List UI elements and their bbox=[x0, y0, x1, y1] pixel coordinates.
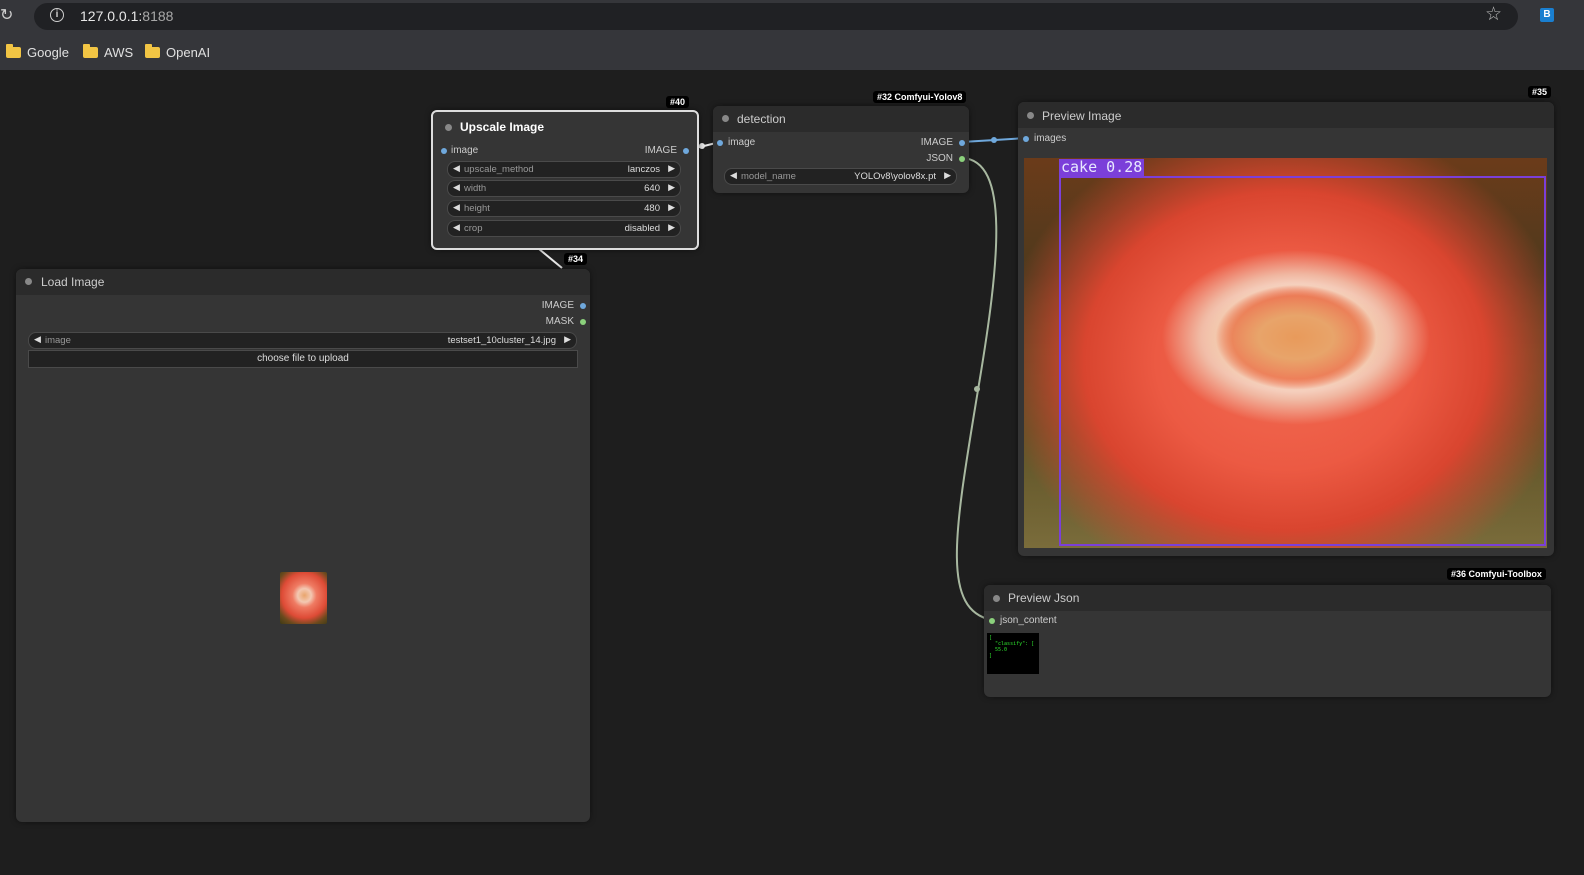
link-midpoint bbox=[699, 143, 705, 149]
output-image-label: IMAGE bbox=[644, 145, 677, 156]
loaded-image-thumbnail bbox=[280, 572, 327, 624]
model-name-widget[interactable]: ◀ model_name YOLOv8\yolov8x.pt ▶ bbox=[724, 168, 957, 185]
collapse-dot[interactable] bbox=[722, 115, 729, 122]
widget-value: disabled bbox=[624, 223, 660, 234]
upload-button[interactable]: choose file to upload bbox=[28, 350, 578, 368]
json-output-preview: [ "classify": [ 55.0 ] bbox=[987, 633, 1039, 674]
widget-label: image bbox=[45, 335, 71, 346]
node-title: Preview Json bbox=[1008, 591, 1080, 605]
collapse-dot[interactable] bbox=[1027, 112, 1034, 119]
bookmark-star-icon[interactable]: ☆ bbox=[1485, 4, 1502, 26]
increment-arrow-icon[interactable]: ▶ bbox=[944, 170, 951, 181]
bookmark-label: OpenAI bbox=[166, 44, 211, 60]
image-file-widget[interactable]: ◀ image testset1_10cluster_14.jpg ▶ bbox=[28, 332, 577, 349]
decrement-arrow-icon[interactable]: ◀ bbox=[453, 222, 460, 233]
bookmark-google[interactable]: Google bbox=[6, 43, 69, 61]
increment-arrow-icon[interactable]: ▶ bbox=[668, 182, 675, 193]
input-image-port[interactable] bbox=[717, 140, 723, 146]
node-badge: #34 bbox=[564, 253, 588, 265]
width-widget[interactable]: ◀ width 640 ▶ bbox=[447, 180, 681, 197]
output-image-port[interactable] bbox=[959, 140, 965, 146]
widget-label: height bbox=[464, 203, 490, 214]
output-json-port[interactable] bbox=[959, 156, 965, 162]
node-badge: #40 bbox=[666, 96, 690, 108]
node-title: Preview Image bbox=[1042, 109, 1122, 123]
increment-arrow-icon[interactable]: ▶ bbox=[564, 334, 571, 345]
increment-arrow-icon[interactable]: ▶ bbox=[668, 163, 675, 174]
bookmark-label: AWS bbox=[104, 44, 134, 60]
output-mask-port[interactable] bbox=[580, 319, 586, 325]
decrement-arrow-icon[interactable]: ◀ bbox=[453, 182, 460, 193]
collapse-dot[interactable] bbox=[993, 595, 1000, 602]
node-badge: #32 Comfyui-Yolov8 bbox=[873, 91, 967, 103]
folder-icon bbox=[145, 43, 160, 58]
node-header[interactable]: detection bbox=[713, 106, 969, 132]
collapse-dot[interactable] bbox=[25, 278, 32, 285]
node-title: Load Image bbox=[41, 275, 105, 289]
node-title: Upscale Image bbox=[460, 120, 545, 134]
extension-icon[interactable]: B bbox=[1540, 8, 1554, 22]
address-bar[interactable] bbox=[34, 3, 1518, 30]
input-images-port[interactable] bbox=[1023, 136, 1029, 142]
increment-arrow-icon[interactable]: ▶ bbox=[668, 202, 675, 213]
node-badge: #35 bbox=[1528, 86, 1552, 98]
detection-bounding-box bbox=[1059, 176, 1546, 546]
widget-label: crop bbox=[464, 223, 483, 234]
node-header[interactable]: Preview Json bbox=[984, 585, 1551, 611]
node-title: detection bbox=[737, 112, 786, 126]
node-badge: #36 Comfyui-Toolbox bbox=[1447, 568, 1546, 580]
input-json-label: json_content bbox=[1000, 615, 1057, 626]
bookmark-label: Google bbox=[27, 44, 69, 60]
node-header[interactable]: Preview Image bbox=[1018, 102, 1554, 128]
output-mask-label: MASK bbox=[545, 316, 574, 327]
node-canvas[interactable]: #40 Upscale Image image IMAGE ◀ upscale_… bbox=[0, 70, 1584, 875]
widget-value: testset1_10cluster_14.jpg bbox=[447, 335, 556, 346]
detection-node[interactable]: detection image IMAGE JSON ◀ model_name … bbox=[713, 106, 969, 193]
input-image-label: image bbox=[728, 137, 756, 148]
detection-label: cake 0.28 bbox=[1059, 158, 1145, 176]
bookmark-aws[interactable]: AWS bbox=[83, 43, 133, 61]
height-widget[interactable]: ◀ height 480 ▶ bbox=[447, 200, 681, 217]
link-midpoint bbox=[974, 386, 980, 392]
folder-icon bbox=[6, 43, 21, 58]
output-image-port[interactable] bbox=[580, 303, 586, 309]
input-image-label: image bbox=[451, 145, 479, 156]
widget-label: model_name bbox=[741, 171, 796, 182]
increment-arrow-icon[interactable]: ▶ bbox=[668, 222, 675, 233]
node-header[interactable]: Upscale Image bbox=[433, 112, 697, 138]
widget-value: YOLOv8\yolov8x.pt bbox=[854, 171, 936, 182]
bookmark-openai[interactable]: OpenAI bbox=[145, 43, 210, 61]
widget-value: lanczos bbox=[627, 164, 660, 175]
site-info-icon[interactable]: i bbox=[50, 8, 64, 22]
output-json-label: JSON bbox=[926, 153, 953, 164]
reload-icon[interactable]: ↻ bbox=[0, 6, 14, 26]
folder-icon bbox=[83, 43, 98, 58]
decrement-arrow-icon[interactable]: ◀ bbox=[34, 334, 41, 345]
output-image-label: IMAGE bbox=[541, 300, 574, 311]
link-midpoint bbox=[991, 137, 997, 143]
node-header[interactable]: Load Image bbox=[16, 269, 590, 295]
output-image-label: IMAGE bbox=[920, 137, 953, 148]
browser-toolbar: ↻ i 127.0.0.1:8188 ☆ B Google AWS OpenAI bbox=[0, 0, 1584, 70]
output-image-port[interactable] bbox=[683, 148, 689, 154]
upscale-method-widget[interactable]: ◀ upscale_method lanczos ▶ bbox=[447, 161, 681, 178]
upscale-image-node[interactable]: Upscale Image image IMAGE ◀ upscale_meth… bbox=[431, 110, 699, 250]
decrement-arrow-icon[interactable]: ◀ bbox=[730, 170, 737, 181]
decrement-arrow-icon[interactable]: ◀ bbox=[453, 202, 460, 213]
decrement-arrow-icon[interactable]: ◀ bbox=[453, 163, 460, 174]
widget-value: 640 bbox=[644, 183, 660, 194]
load-image-node[interactable]: Load Image IMAGE MASK ◀ image testset1_1… bbox=[16, 269, 590, 822]
widget-value: 480 bbox=[644, 203, 660, 214]
widget-label: width bbox=[464, 183, 487, 194]
input-json-port[interactable] bbox=[989, 618, 995, 624]
collapse-dot[interactable] bbox=[445, 124, 452, 131]
url-text[interactable]: 127.0.0.1:8188 bbox=[80, 8, 173, 24]
preview-json-node[interactable]: Preview Json json_content bbox=[984, 585, 1551, 697]
crop-widget[interactable]: ◀ crop disabled ▶ bbox=[447, 220, 681, 237]
url-host: 127.0.0.1: bbox=[80, 8, 143, 24]
widget-label: upscale_method bbox=[464, 164, 534, 175]
input-images-label: images bbox=[1034, 133, 1067, 144]
url-port: 8188 bbox=[142, 8, 174, 24]
input-image-port[interactable] bbox=[441, 148, 447, 154]
